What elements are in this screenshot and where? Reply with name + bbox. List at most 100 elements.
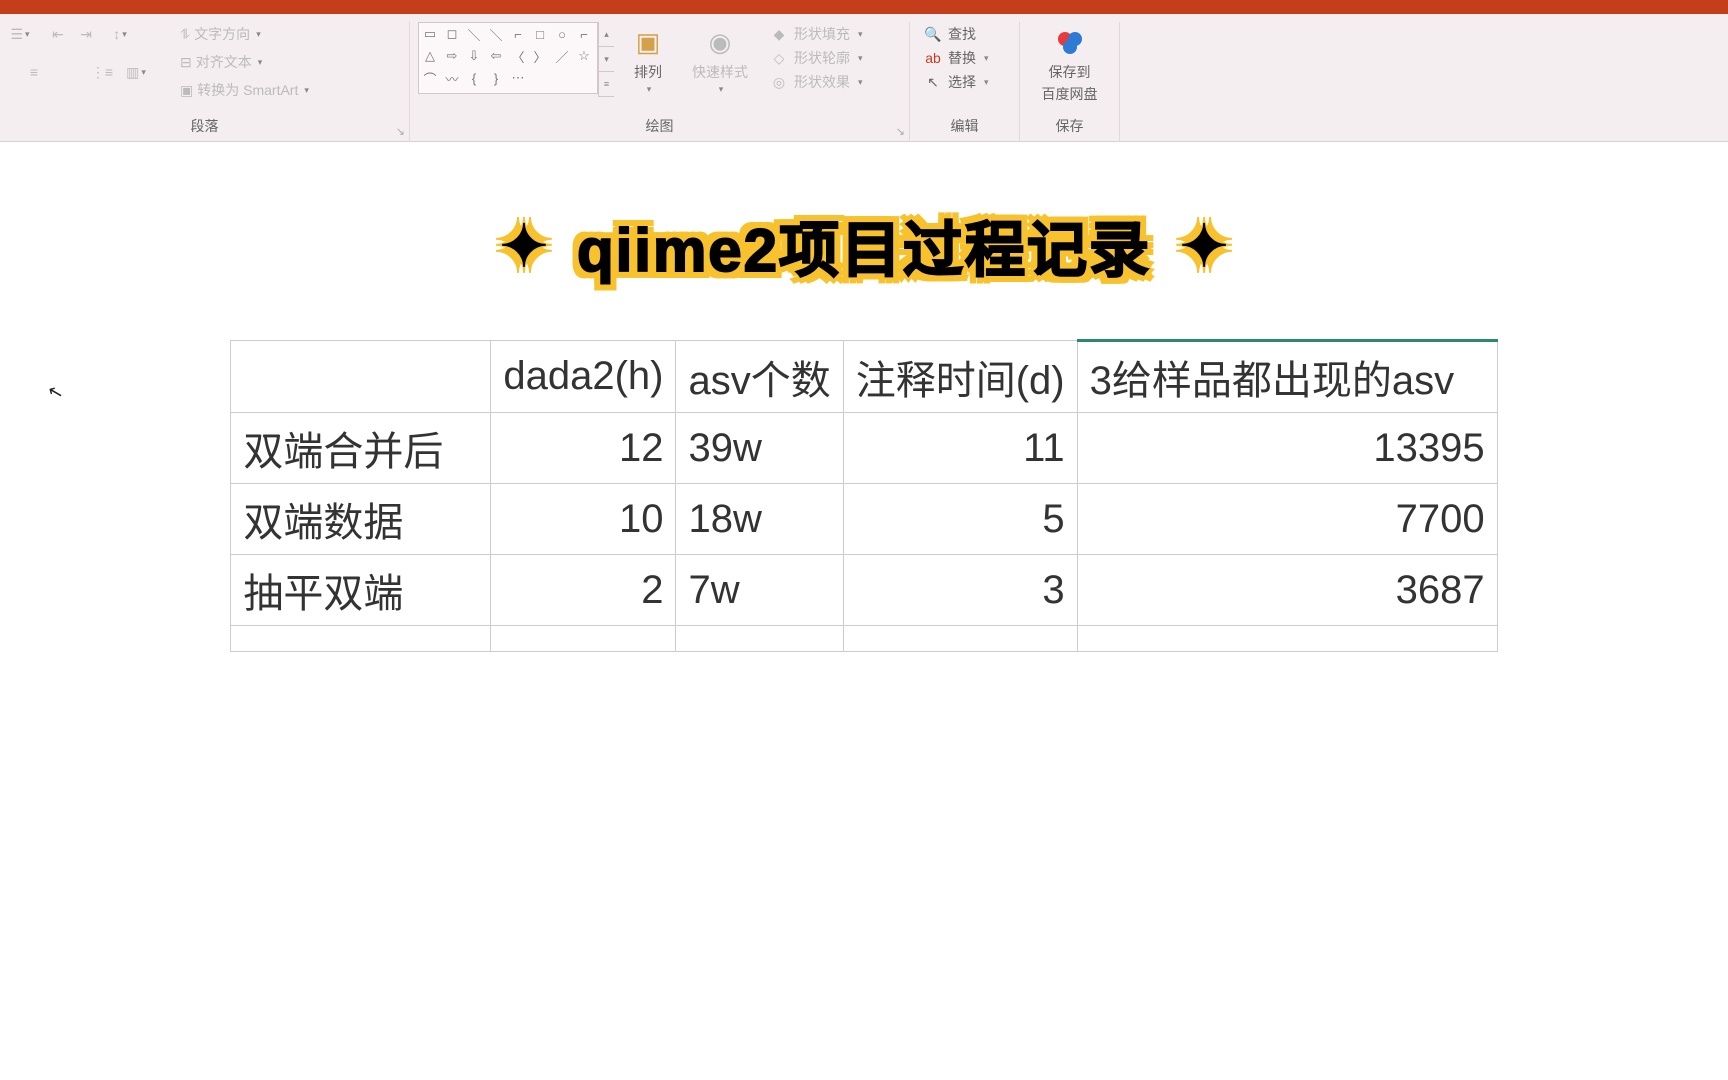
table-row: 抽平双端 2 7w 3 3687 — [231, 555, 1497, 626]
row-label: 抽平双端 — [231, 555, 491, 626]
shape-fill-icon: ◆ — [770, 25, 788, 43]
shape-star-icon[interactable]: ☆ — [574, 46, 594, 66]
header-dada2: dada2(h) — [491, 341, 676, 413]
shape-effects-button[interactable]: ◎ 形状效果 ▾ — [764, 70, 869, 94]
ribbon: ☰▾ ⇤ ⇥ ↕▾ ≡ ⋮≡ ▥▾ ⥮ 文字方向 ▾ ⊟ — [0, 14, 1728, 142]
shape-brace-r-icon[interactable]: } — [486, 68, 506, 88]
shape-outline-icon: ◇ — [770, 49, 788, 67]
replace-button[interactable]: ab 替换 ▾ — [918, 46, 1011, 70]
app-title-bar — [0, 0, 1728, 14]
ribbon-group-save: 保存到 百度网盘 保存 — [1020, 22, 1120, 142]
quick-styles-label: 快速样式 — [692, 62, 748, 82]
slide-canvas: ↖ ✦ qiime2项目过程记录 ✦ dada2(h) asv个数 注释时间(d… — [0, 142, 1728, 1080]
text-direction-icon: ⥮ — [180, 26, 190, 43]
shape-rect-icon[interactable]: ▭ — [420, 24, 440, 44]
select-button[interactable]: ↖ 选择 ▾ — [918, 70, 1011, 94]
shape-outline-button[interactable]: ◇ 形状轮廓 ▾ — [764, 46, 869, 70]
header-asv-count: asv个数 — [676, 341, 843, 413]
shape-curve-icon[interactable]: 〰 — [442, 68, 462, 88]
columns-button[interactable]: ▥▾ — [124, 60, 148, 84]
table-row: 双端合并后 12 39w 11 13395 — [231, 413, 1497, 484]
cell-asv: 39w — [676, 413, 843, 484]
shape-arrow-r-icon[interactable]: ⇨ — [442, 46, 462, 66]
shape-tri-icon[interactable]: △ — [420, 46, 440, 66]
header-blank — [231, 341, 491, 413]
cell-asv3: 3687 — [1077, 555, 1497, 626]
arrange-button[interactable]: ▣ 排列 ▾ — [620, 22, 676, 97]
shape-outline-label: 形状轮廓 — [794, 48, 850, 68]
shape-line-icon[interactable]: ＼ — [464, 24, 484, 44]
numbering-button[interactable]: ⋮≡ — [90, 60, 114, 84]
save-to-baidu-button[interactable]: 保存到 百度网盘 — [1028, 22, 1111, 106]
cell-asv: 18w — [676, 484, 843, 555]
save-to-label: 保存到 — [1049, 62, 1091, 82]
find-label: 查找 — [948, 24, 976, 44]
sparkle-left-icon: ✦ — [489, 211, 559, 281]
cell-dada2: 10 — [491, 484, 676, 555]
shape-arrow-l-icon[interactable]: ⇦ — [486, 46, 506, 66]
shape-line2-icon[interactable]: ＼ — [486, 24, 506, 44]
shape-sl-icon[interactable]: ／ — [552, 46, 572, 66]
shape-effects-icon: ◎ — [770, 73, 788, 91]
quick-styles-button[interactable]: ◉ 快速样式 ▾ — [682, 22, 758, 97]
text-direction-label: 文字方向 — [194, 24, 250, 44]
arrange-icon: ▣ — [630, 24, 666, 60]
baidu-netdisk-label: 百度网盘 — [1042, 84, 1098, 104]
find-button[interactable]: 🔍 查找 — [918, 22, 1011, 46]
shapes-gallery[interactable]: ▭ ◻ ＼ ＼ ⌐ □ ○ ⌐ △ ⇨ ⇩ ⇦ 〈 〉 ／ ☆ ⌒ — [418, 22, 614, 97]
replace-icon: ab — [924, 49, 942, 67]
group-label-editing: 编辑 — [918, 116, 1011, 138]
cell-asv: 7w — [676, 555, 843, 626]
align-text-icon: ⊟ — [180, 54, 192, 71]
shape-connector-icon[interactable]: ⌐ — [508, 24, 528, 44]
text-direction-button[interactable]: ⥮ 文字方向 ▾ — [176, 22, 313, 46]
shape-oval-icon[interactable]: ○ — [552, 24, 572, 44]
shape-more-icon[interactable]: ⋯ — [508, 68, 528, 88]
shape-chev-r-icon[interactable]: 〉 — [530, 46, 550, 66]
increase-indent-button[interactable]: ⇥ — [74, 22, 98, 46]
gallery-up-icon[interactable]: ▴ — [599, 22, 614, 47]
convert-smartart-label: 转换为 SmartArt — [197, 80, 298, 100]
line-spacing-button[interactable]: ↕▾ — [108, 22, 132, 46]
select-icon: ↖ — [924, 73, 942, 91]
cell-note-time: 3 — [843, 555, 1077, 626]
cell-asv3: 7700 — [1077, 484, 1497, 555]
cell-dada2: 2 — [491, 555, 676, 626]
align-text-label: 对齐文本 — [196, 52, 252, 72]
smartart-icon: ▣ — [180, 82, 193, 99]
convert-smartart-button[interactable]: ▣ 转换为 SmartArt ▾ — [176, 78, 313, 102]
table-empty-row — [231, 626, 1497, 652]
shape-effects-label: 形状效果 — [794, 72, 850, 92]
dialog-launcher-drawing-icon[interactable]: ↘ — [896, 125, 905, 138]
shape-arrow-d-icon[interactable]: ⇩ — [464, 46, 484, 66]
shape-callout-icon[interactable]: ◻ — [442, 24, 462, 44]
row-label: 双端合并后 — [231, 413, 491, 484]
shape-l-icon[interactable]: ⌐ — [574, 24, 594, 44]
shape-chev-l-icon[interactable]: 〈 — [508, 46, 528, 66]
data-table: dada2(h) asv个数 注释时间(d) 3给样品都出现的asv 双端合并后… — [230, 339, 1497, 652]
align-text-button[interactable]: ⊟ 对齐文本 ▾ — [176, 50, 313, 74]
select-label: 选择 — [948, 72, 976, 92]
sparkle-right-icon: ✦ — [1169, 211, 1239, 281]
cell-asv3: 13395 — [1077, 413, 1497, 484]
align-center-button[interactable]: ≡ — [22, 60, 46, 84]
replace-label: 替换 — [948, 48, 976, 68]
decrease-indent-button[interactable]: ⇤ — [46, 22, 70, 46]
bullets-button[interactable]: ☰▾ — [8, 22, 32, 46]
table-header-row: dada2(h) asv个数 注释时间(d) 3给样品都出现的asv — [231, 341, 1497, 413]
table-row: 双端数据 10 18w 5 7700 — [231, 484, 1497, 555]
header-asv3: 3给样品都出现的asv — [1077, 341, 1497, 413]
gallery-down-icon[interactable]: ▾ — [599, 47, 614, 72]
ribbon-group-drawing: ▭ ◻ ＼ ＼ ⌐ □ ○ ⌐ △ ⇨ ⇩ ⇦ 〈 〉 ／ ☆ ⌒ — [410, 22, 910, 142]
slide-title: qiime2项目过程记录 — [577, 202, 1151, 289]
shape-fill-button[interactable]: ◆ 形状填充 ▾ — [764, 22, 869, 46]
quick-styles-icon: ◉ — [702, 24, 738, 60]
shape-arc-icon[interactable]: ⌒ — [420, 68, 440, 88]
slide-title-wrap: ✦ qiime2项目过程记录 ✦ — [50, 202, 1678, 289]
group-label-save: 保存 — [1028, 116, 1111, 138]
header-note-time: 注释时间(d) — [843, 341, 1077, 413]
shape-rect2-icon[interactable]: □ — [530, 24, 550, 44]
dialog-launcher-icon[interactable]: ↘ — [396, 125, 405, 138]
shape-brace-l-icon[interactable]: { — [464, 68, 484, 88]
gallery-more-icon[interactable]: ≡ — [599, 72, 614, 97]
